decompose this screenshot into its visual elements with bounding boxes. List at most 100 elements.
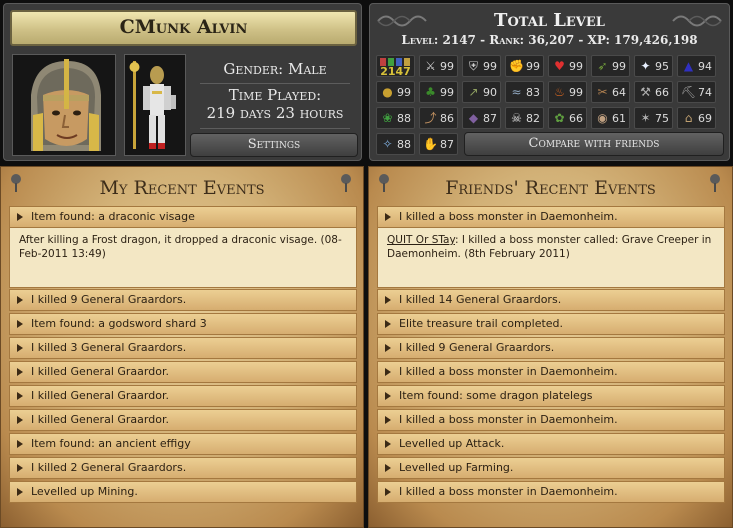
skill-cell[interactable]: ● 99: [376, 81, 415, 103]
event-row-expanded[interactable]: Item found: a draconic visage: [9, 206, 357, 228]
skill-cell[interactable]: ⛨ 99: [462, 55, 501, 77]
skill-cell[interactable]: ⤴ 86: [419, 107, 458, 129]
event-row[interactable]: I killed a boss monster in Daemonheim.: [377, 361, 725, 383]
expand-arrow-icon: [385, 392, 391, 400]
skill-cell[interactable]: ↗ 90: [462, 81, 501, 103]
skill-cell[interactable]: ✧ 88: [376, 133, 415, 155]
smithing-icon: ⚒: [640, 85, 651, 99]
event-text: I killed 14 General Graardors.: [399, 293, 562, 306]
divider: [200, 83, 350, 84]
my-events-title: My Recent Events: [99, 177, 265, 199]
expand-arrow-icon: [17, 416, 23, 424]
skill-cell[interactable]: ✦ 95: [634, 55, 673, 77]
skill-cell[interactable]: ⌂ 69: [677, 107, 716, 129]
skill-cell[interactable]: ✂ 64: [591, 81, 630, 103]
event-row[interactable]: Levelled up Attack.: [377, 433, 725, 455]
expand-arrow-icon: [17, 440, 23, 448]
event-row[interactable]: I killed 3 General Graardors.: [9, 337, 357, 359]
skill-level: 94: [698, 60, 712, 73]
skill-cell[interactable]: ➶ 99: [591, 55, 630, 77]
event-row[interactable]: Item found: a godsword shard 3: [9, 313, 357, 335]
skill-cell[interactable]: ✊ 99: [505, 55, 544, 77]
event-row[interactable]: Elite treasure trail completed.: [377, 313, 725, 335]
expand-arrow-icon: [17, 368, 23, 376]
settings-button[interactable]: Settings: [190, 133, 358, 157]
skill-cell[interactable]: ♣ 99: [419, 81, 458, 103]
skill-level: 82: [526, 112, 540, 125]
firemaking-icon: ♨: [554, 85, 565, 99]
summoning-icon: ✧: [382, 137, 393, 151]
skill-level: 66: [569, 112, 583, 125]
profile-panel: CMunk Alvin Gender: Male Time Played: 21…: [3, 3, 362, 161]
skill-cell[interactable]: ⚔ 99: [419, 55, 458, 77]
skill-cell[interactable]: ✿ 66: [548, 107, 587, 129]
skill-cell[interactable]: ◆ 87: [462, 107, 501, 129]
event-text: I killed 2 General Graardors.: [31, 461, 187, 474]
skill-cell[interactable]: ≈83: [505, 81, 544, 103]
prayer-icon: ✦: [640, 59, 651, 73]
woodcutting-icon: ♣: [425, 85, 436, 99]
expand-arrow-icon: [385, 320, 391, 328]
skill-level: 87: [483, 112, 497, 125]
event-row[interactable]: I killed a boss monster in Daemonheim.: [377, 481, 725, 503]
friend-name-link[interactable]: QUIT Or STay: [387, 234, 455, 246]
event-row-expanded[interactable]: I killed a boss monster in Daemonheim.: [377, 206, 725, 228]
total-level-cell[interactable]: 2147: [376, 55, 415, 78]
event-text: I killed General Graardor.: [31, 413, 169, 426]
friends-recent-events-panel: Friends' Recent Events I killed a boss m…: [368, 166, 733, 528]
attack-icon: ⚔: [425, 59, 436, 73]
skill-level: 90: [483, 86, 497, 99]
skill-cell[interactable]: ⚒ 66: [634, 81, 673, 103]
skill-level: 75: [655, 112, 669, 125]
defence-icon: ⛨: [468, 59, 478, 73]
runecrafting-icon: ◉: [597, 111, 608, 125]
event-text: I killed 3 General Graardors.: [31, 341, 187, 354]
event-row[interactable]: I killed 2 General Graardors.: [9, 457, 357, 479]
skill-cell[interactable]: ✋ 87: [419, 133, 458, 155]
expand-arrow-icon: [17, 213, 23, 221]
event-row[interactable]: I killed 14 General Graardors.: [377, 289, 725, 311]
thieving-icon: ◆: [468, 111, 479, 125]
player-head-portrait: [12, 54, 116, 156]
skill-cell[interactable]: ♨ 99: [548, 81, 587, 103]
expand-arrow-icon: [17, 464, 23, 472]
total-level-value: 2147: [380, 65, 411, 78]
skill-cell[interactable]: ♥ 99: [548, 55, 587, 77]
event-row[interactable]: Levelled up Mining.: [9, 481, 357, 503]
event-row[interactable]: I killed General Graardor.: [9, 385, 357, 407]
magic-icon: ▲: [683, 59, 694, 73]
event-row[interactable]: I killed 9 General Graardors.: [9, 289, 357, 311]
event-text: Levelled up Mining.: [31, 485, 138, 498]
skill-cell[interactable]: ☠ 82: [505, 107, 544, 129]
skill-cell[interactable]: ⛏ 74: [677, 81, 716, 103]
event-row[interactable]: Item found: some dragon platelegs: [377, 385, 725, 407]
skill-level: 99: [569, 86, 583, 99]
skill-cell[interactable]: ❀ 88: [376, 107, 415, 129]
event-text: I killed a boss monster in Daemonheim.: [399, 365, 618, 378]
event-row[interactable]: Item found: an ancient effigy: [9, 433, 357, 455]
skill-level: 95: [655, 60, 669, 73]
skill-level: 88: [397, 112, 411, 125]
expand-arrow-icon: [385, 344, 391, 352]
skill-cell[interactable]: ◉ 61: [591, 107, 630, 129]
expand-arrow-icon: [17, 488, 23, 496]
total-level-title: Total Level: [494, 10, 605, 31]
farming-icon: ✿: [554, 111, 565, 125]
skill-cell[interactable]: ✶ 75: [634, 107, 673, 129]
event-row[interactable]: I killed 9 General Graardors.: [377, 337, 725, 359]
event-text: Levelled up Attack.: [399, 437, 505, 450]
compare-with-friends-button[interactable]: Compare with friends: [464, 132, 724, 156]
time-played-value: 219 days 23 hours: [206, 104, 344, 122]
event-row[interactable]: I killed General Graardor.: [9, 409, 357, 431]
event-row[interactable]: I killed a boss monster in Daemonheim.: [377, 409, 725, 431]
skills-panel: Total Level Level: 2147 - Rank: 36,207 -…: [369, 3, 730, 161]
skill-cell[interactable]: ▲ 94: [677, 55, 716, 77]
total-level-stats: Level: 2147 - Rank: 36,207 - XP: 179,426…: [401, 33, 698, 47]
player-body-portrait: [124, 54, 186, 156]
player-name: CMunk Alvin: [10, 10, 357, 46]
skill-level: 86: [440, 112, 454, 125]
skill-level: 74: [698, 86, 712, 99]
event-row[interactable]: Levelled up Farming.: [377, 457, 725, 479]
hunter-icon: ✶: [640, 111, 651, 125]
event-row[interactable]: I killed General Graardor.: [9, 361, 357, 383]
